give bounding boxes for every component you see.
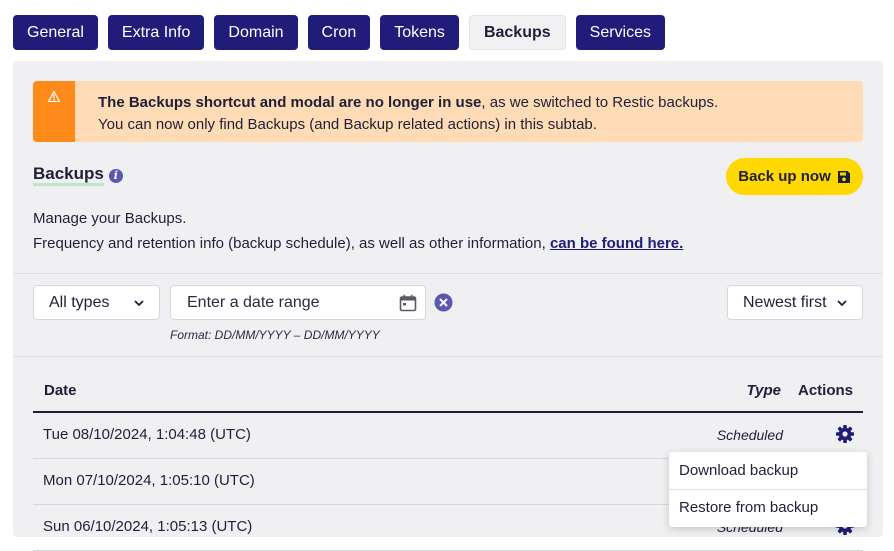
header-actions: Actions: [797, 382, 853, 399]
chevron-down-icon: [837, 299, 847, 306]
save-icon: [837, 170, 850, 183]
back-up-now-label: Back up now: [738, 168, 831, 185]
header-type[interactable]: Type: [747, 382, 781, 399]
row-date: Mon 07/10/2024, 1:05:10 (UTC): [43, 472, 255, 489]
row-date: Tue 08/10/2024, 1:04:48 (UTC): [43, 426, 251, 443]
type-filter-select[interactable]: All types: [33, 285, 160, 320]
row-type: Scheduled: [716, 427, 783, 443]
tab-tokens[interactable]: Tokens: [380, 15, 459, 50]
chevron-down-icon: [134, 299, 144, 306]
type-filter-value: All types: [49, 293, 110, 311]
divider: [13, 273, 883, 274]
header-date[interactable]: Date: [44, 382, 77, 399]
tab-cron[interactable]: Cron: [307, 15, 371, 50]
section-description: Manage your Backups. Frequency and reten…: [33, 206, 683, 256]
tab-services[interactable]: Services: [575, 15, 665, 50]
menu-divider: [669, 489, 867, 490]
download-backup-item[interactable]: Download backup: [679, 462, 798, 479]
sort-value: Newest first: [743, 293, 827, 311]
sort-select[interactable]: Newest first: [727, 285, 863, 320]
alert-stripe: [33, 81, 75, 142]
section-title: Backups i: [33, 165, 123, 186]
row-date: Sun 06/10/2024, 1:05:13 (UTC): [43, 518, 253, 535]
alert-bold-text: The Backups shortcut and modal are no lo…: [98, 94, 482, 111]
alert-rest-text: , as we switched to Restic backups.: [481, 94, 719, 111]
tab-backups[interactable]: Backups: [468, 15, 566, 50]
date-format-hint: Format: DD/MM/YYYY – DD/MM/YYYY: [170, 328, 380, 342]
page-title: Backups: [33, 165, 104, 186]
date-range-placeholder: Enter a date range: [187, 293, 320, 311]
divider: [13, 356, 883, 357]
schedule-info-link[interactable]: can be found here.: [550, 235, 683, 252]
date-range-input[interactable]: Enter a date range: [170, 285, 426, 320]
subtab-bar: General Extra Info Domain Cron Tokens Ba…: [13, 15, 665, 50]
calendar-icon[interactable]: [399, 294, 417, 312]
info-icon[interactable]: i: [108, 168, 123, 183]
restore-backup-item[interactable]: Restore from backup: [679, 499, 818, 516]
clear-date-icon[interactable]: [434, 293, 453, 312]
gear-icon[interactable]: [835, 424, 855, 444]
tab-general[interactable]: General: [13, 15, 98, 50]
warning-icon: [48, 91, 60, 102]
tab-domain[interactable]: Domain: [214, 15, 298, 50]
description-line-2: Frequency and retention info (backup sch…: [33, 235, 550, 252]
alert-message: The Backups shortcut and modal are no lo…: [98, 92, 718, 136]
table-header: Date Type Actions: [33, 373, 863, 413]
alert-line2: You can now only find Backups (and Backu…: [98, 116, 597, 133]
description-line-1: Manage your Backups.: [33, 210, 187, 227]
warning-alert: The Backups shortcut and modal are no lo…: [33, 81, 863, 142]
actions-dropdown-menu: Download backup Restore from backup: [669, 452, 867, 527]
back-up-now-button[interactable]: Back up now: [726, 158, 863, 195]
tab-extra-info[interactable]: Extra Info: [107, 15, 205, 50]
